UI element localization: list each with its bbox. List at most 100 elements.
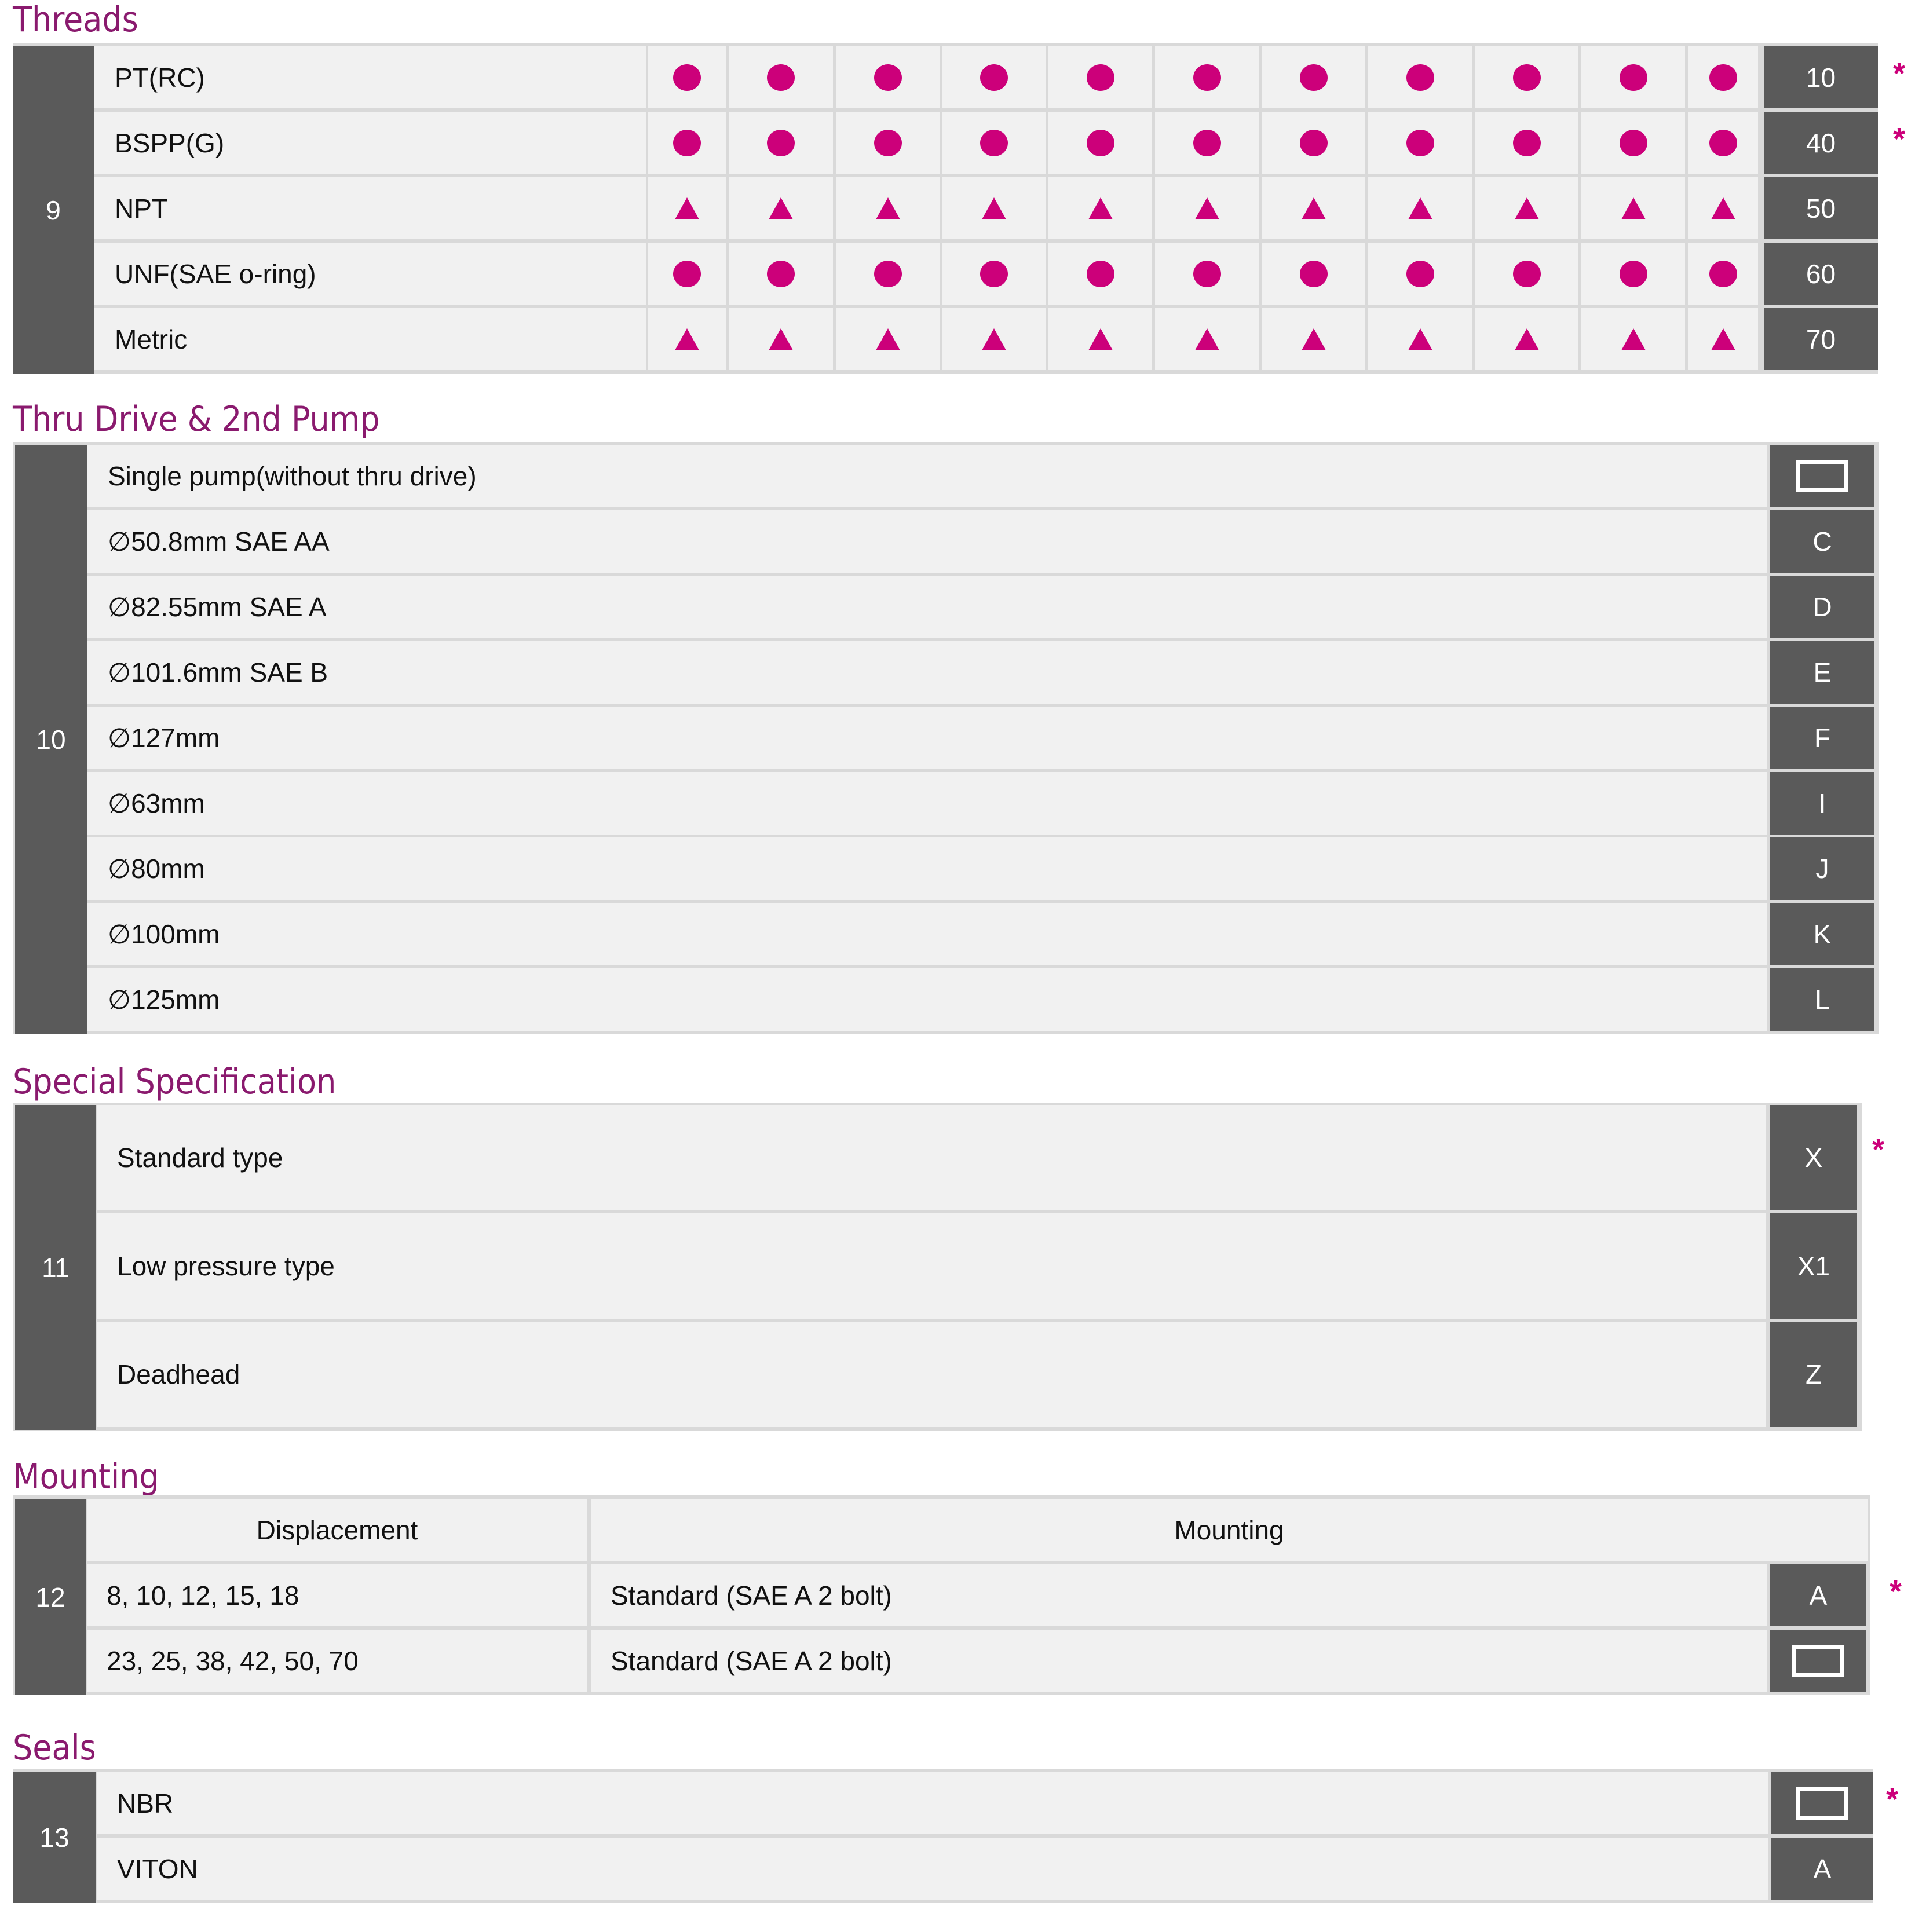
section-number-text: 13 <box>39 1823 70 1853</box>
default-asterisk-icon: * <box>1886 1782 1899 1817</box>
blank-box-icon <box>1796 1787 1848 1820</box>
code-value: D <box>1812 592 1832 622</box>
availability-cell <box>836 308 940 370</box>
code-cell[interactable]: 50 <box>1764 177 1878 239</box>
standard-dot-icon <box>874 260 902 287</box>
code-cell[interactable]: Z <box>1770 1322 1857 1427</box>
standard-dot-icon <box>980 64 1008 91</box>
thru-drive-label: ∅82.55mm SAE A <box>108 592 327 622</box>
option-triangle-icon <box>1088 328 1113 350</box>
section-number: 12 <box>15 1499 86 1695</box>
thru-drive-label: ∅50.8mm SAE AA <box>108 526 330 557</box>
availability-cell <box>1581 308 1685 370</box>
availability-cell <box>836 177 940 239</box>
thru-drive-row-label: ∅82.55mm SAE A <box>87 576 1767 638</box>
section-title-seals: Seals <box>13 1728 96 1768</box>
option-triangle-icon <box>1621 197 1646 219</box>
code-cell[interactable]: C <box>1770 510 1874 573</box>
thru-drive-row-label: ∅101.6mm SAE B <box>87 641 1767 704</box>
seal-label: VITON <box>117 1853 198 1884</box>
thru-drive-row-label: ∅63mm <box>87 772 1767 835</box>
standard-dot-icon <box>1512 64 1541 91</box>
code-cell[interactable]: A <box>1770 1564 1866 1626</box>
code-cell[interactable]: F <box>1770 707 1874 769</box>
availability-cell <box>1475 46 1578 108</box>
standard-dot-icon <box>673 64 701 91</box>
code-cell[interactable] <box>1770 1630 1866 1692</box>
availability-cell <box>836 46 940 108</box>
blank-box-icon <box>1792 1644 1844 1677</box>
code-cell[interactable]: X1 <box>1770 1213 1857 1319</box>
thread-row-label: UNF(SAE o-ring) <box>94 243 646 305</box>
code-value: 60 <box>1806 258 1836 289</box>
thread-label: BSPP(G) <box>115 127 225 158</box>
code-cell[interactable]: K <box>1770 903 1874 965</box>
option-triangle-icon <box>674 197 699 219</box>
availability-cell <box>729 243 833 305</box>
standard-dot-icon <box>1193 64 1221 91</box>
option-triangle-icon <box>769 197 793 219</box>
code-cell[interactable]: 60 <box>1764 243 1878 305</box>
code-value: 50 <box>1806 193 1836 224</box>
code-value: 10 <box>1806 62 1836 93</box>
displacement-cell: 23, 25, 38, 42, 50, 70 <box>87 1630 587 1692</box>
thru-drive-label: ∅125mm <box>108 985 220 1015</box>
code-cell[interactable]: E <box>1770 641 1874 704</box>
availability-cell <box>836 112 940 174</box>
thread-label: UNF(SAE o-ring) <box>115 258 316 289</box>
seal-label: NBR <box>117 1788 174 1818</box>
code-cell[interactable] <box>1770 445 1874 507</box>
availability-cell <box>1368 46 1472 108</box>
default-asterisk-icon: * <box>1890 1574 1902 1609</box>
code-cell[interactable]: 70 <box>1764 308 1878 370</box>
thru-drive-label: ∅100mm <box>108 919 220 949</box>
standard-dot-icon <box>1086 260 1114 287</box>
option-triangle-icon <box>875 328 900 350</box>
section-number: 9 <box>13 46 94 374</box>
availability-cell <box>1688 112 1758 174</box>
availability-cell <box>1368 177 1472 239</box>
availability-cell <box>729 112 833 174</box>
availability-cell <box>1048 243 1152 305</box>
code-cell[interactable] <box>1771 1772 1873 1834</box>
code-cell[interactable]: 10 <box>1764 46 1878 108</box>
thru-drive-row-label: ∅127mm <box>87 707 1767 769</box>
option-triangle-icon <box>1711 197 1735 219</box>
mounting-value: Standard (SAE A 2 bolt) <box>611 1645 892 1676</box>
code-cell[interactable]: J <box>1770 837 1874 900</box>
thread-row-label: PT(RC) <box>94 46 646 108</box>
code-cell[interactable]: D <box>1770 576 1874 638</box>
availability-cell <box>1368 243 1472 305</box>
thread-label: Metric <box>115 324 188 354</box>
section-number-text: 10 <box>36 724 66 755</box>
availability-cell <box>1048 308 1152 370</box>
code-cell[interactable]: 40 <box>1764 112 1878 174</box>
code-cell[interactable]: A <box>1771 1838 1873 1900</box>
code-cell[interactable]: L <box>1770 968 1874 1031</box>
code-cell[interactable]: I <box>1770 772 1874 835</box>
availability-cell <box>648 112 726 174</box>
option-triangle-icon <box>1301 328 1326 350</box>
thru-drive-row-label: ∅100mm <box>87 903 1767 965</box>
availability-cell <box>1688 308 1758 370</box>
availability-cell <box>1048 177 1152 239</box>
availability-cell <box>1475 177 1578 239</box>
default-asterisk-icon: * <box>1893 122 1906 156</box>
column-header-mounting: Mounting <box>591 1499 1868 1561</box>
code-value: L <box>1815 985 1830 1015</box>
displacement-cell: 8, 10, 12, 15, 18 <box>87 1564 587 1626</box>
availability-cell <box>1262 177 1365 239</box>
code-cell[interactable]: X <box>1770 1105 1857 1210</box>
code-value: A <box>1813 1853 1832 1884</box>
availability-cell <box>1475 112 1578 174</box>
thru-drive-label: ∅127mm <box>108 723 220 753</box>
section-number-text: 12 <box>35 1582 65 1612</box>
standard-dot-icon <box>1193 129 1221 156</box>
standard-dot-icon <box>767 260 795 287</box>
standard-dot-icon <box>980 129 1008 156</box>
section-number: 11 <box>15 1105 96 1430</box>
availability-cell <box>1581 112 1685 174</box>
code-value: X <box>1804 1143 1823 1173</box>
thread-label: PT(RC) <box>115 62 205 93</box>
availability-cell <box>1581 243 1685 305</box>
